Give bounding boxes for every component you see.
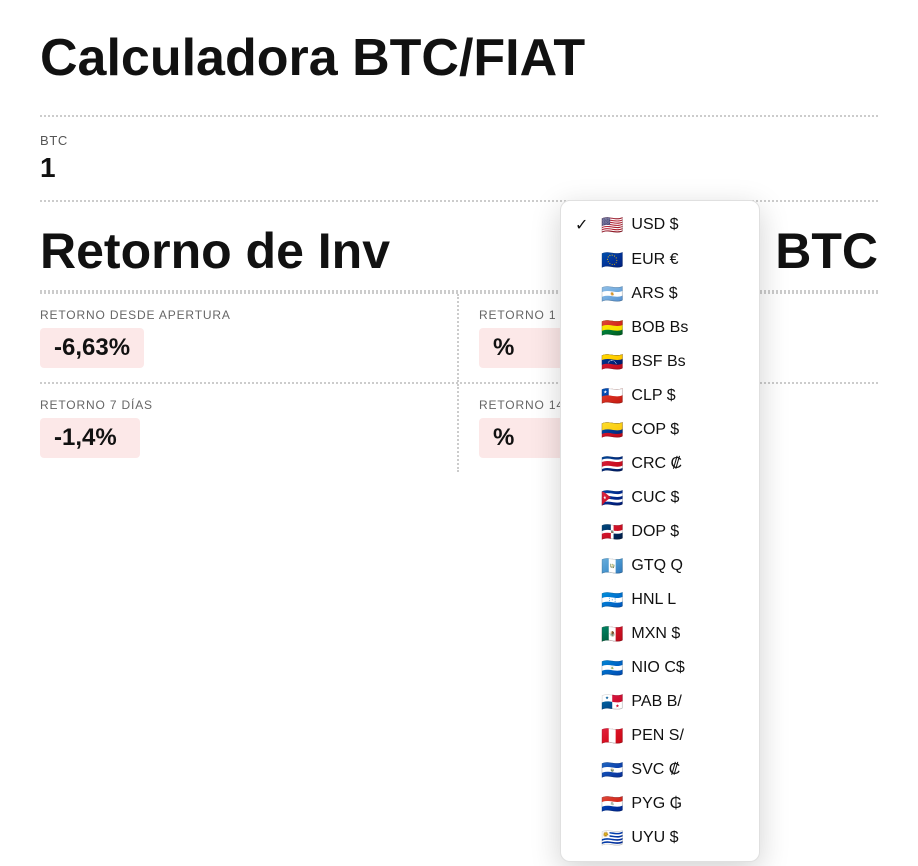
currency-label-crc: CRC ₡ [631, 455, 682, 473]
return-cell-apertura: RETORNO DESDE APERTURA -6,63% [40, 294, 459, 382]
currency-label-bob: BOB Bs [631, 319, 688, 337]
currency-label-dop: DOP $ [631, 523, 679, 541]
return-value-apertura: -6,63% [40, 328, 144, 368]
page-title: Calculadora BTC/FIAT [40, 30, 878, 87]
dropdown-item-mxn[interactable]: 🇲🇽 MXN $ [561, 617, 759, 651]
dropdown-item-svc[interactable]: 🇸🇻 SVC ₡ [561, 753, 759, 787]
return-cell-7dias: RETORNO 7 DÍAS -1,4% [40, 384, 459, 472]
dropdown-item-eur[interactable]: 🇪🇺 EUR € [561, 243, 759, 277]
btc-value: 1 [40, 152, 878, 184]
flag-pyg: 🇵🇾 [601, 795, 623, 813]
flag-ars: 🇦🇷 [601, 285, 623, 303]
main-content: Calculadora BTC/FIAT BTC 1 Retorno de In… [40, 30, 878, 472]
currency-label-clp: CLP $ [631, 387, 675, 405]
flag-eur: 🇪🇺 [601, 251, 623, 269]
flag-cop: 🇨🇴 [601, 421, 623, 439]
flag-nio: 🇳🇮 [601, 659, 623, 677]
dropdown-item-clp[interactable]: 🇨🇱 CLP $ [561, 379, 759, 413]
currency-label-pen: PEN S/ [631, 727, 683, 745]
flag-dop: 🇩🇴 [601, 523, 623, 541]
currency-label-pab: PAB B/ [631, 693, 681, 711]
currency-label-eur: EUR € [631, 251, 678, 269]
btc-section: BTC 1 [40, 117, 878, 202]
flag-crc: 🇨🇷 [601, 455, 623, 473]
currency-label-usd: USD $ [631, 216, 678, 234]
check-icon-usd: ✓ [575, 215, 593, 235]
currency-label-nio: NIO C$ [631, 659, 684, 677]
flag-cuc: 🇨🇺 [601, 489, 623, 507]
dropdown-item-hnl[interactable]: 🇭🇳 HNL L [561, 583, 759, 617]
currency-label-ars: ARS $ [631, 285, 677, 303]
currency-label-pyg: PYG ₲ [631, 795, 682, 813]
dropdown-item-nio[interactable]: 🇳🇮 NIO C$ [561, 651, 759, 685]
dropdown-item-bob[interactable]: 🇧🇴 BOB Bs [561, 311, 759, 345]
flag-bob: 🇧🇴 [601, 319, 623, 337]
dropdown-item-pen[interactable]: 🇵🇪 PEN S/ [561, 719, 759, 753]
dropdown-item-bsf[interactable]: 🇻🇪 BSF Bs [561, 345, 759, 379]
currency-label-mxn: MXN $ [631, 625, 680, 643]
dropdown-item-pyg[interactable]: 🇵🇾 PYG ₲ [561, 787, 759, 821]
currency-label-hnl: HNL L [631, 591, 676, 609]
roi-title-right: BTC [775, 222, 878, 280]
return-label-7dias: RETORNO 7 DÍAS [40, 398, 437, 412]
flag-mxn: 🇲🇽 [601, 625, 623, 643]
return-value-7dias: -1,4% [40, 418, 140, 458]
dropdown-item-gtq[interactable]: 🇬🇹 GTQ Q [561, 549, 759, 583]
flag-svc: 🇸🇻 [601, 761, 623, 779]
currency-label-gtq: GTQ Q [631, 557, 683, 575]
dropdown-item-dop[interactable]: 🇩🇴 DOP $ [561, 515, 759, 549]
currency-dropdown[interactable]: ✓ 🇺🇸 USD $ 🇪🇺 EUR € 🇦🇷 ARS $ 🇧🇴 BOB Bs 🇻🇪 BSF Bs 🇨🇱… [560, 200, 760, 862]
dropdown-item-cop[interactable]: 🇨🇴 COP $ [561, 413, 759, 447]
currency-label-uyu: UYU $ [631, 829, 678, 847]
dropdown-item-cuc[interactable]: 🇨🇺 CUC $ [561, 481, 759, 515]
flag-hnl: 🇭🇳 [601, 591, 623, 609]
flag-clp: 🇨🇱 [601, 387, 623, 405]
flag-pen: 🇵🇪 [601, 727, 623, 745]
flag-uyu: 🇺🇾 [601, 829, 623, 847]
currency-label-cuc: CUC $ [631, 489, 679, 507]
flag-pab: 🇵🇦 [601, 693, 623, 711]
roi-title-left: Retorno de Inv [40, 222, 390, 280]
currency-label-svc: SVC ₡ [631, 761, 680, 779]
return-label-apertura: RETORNO DESDE APERTURA [40, 308, 437, 322]
btc-label: BTC [40, 133, 878, 148]
dropdown-item-crc[interactable]: 🇨🇷 CRC ₡ [561, 447, 759, 481]
currency-label-cop: COP $ [631, 421, 679, 439]
dropdown-item-pab[interactable]: 🇵🇦 PAB B/ [561, 685, 759, 719]
dropdown-item-ars[interactable]: 🇦🇷 ARS $ [561, 277, 759, 311]
flag-usd: 🇺🇸 [601, 216, 623, 234]
currency-label-bsf: BSF Bs [631, 353, 685, 371]
flag-gtq: 🇬🇹 [601, 557, 623, 575]
dropdown-item-usd[interactable]: ✓ 🇺🇸 USD $ [561, 207, 759, 243]
flag-bsf: 🇻🇪 [601, 353, 623, 371]
dropdown-item-uyu[interactable]: 🇺🇾 UYU $ [561, 821, 759, 855]
